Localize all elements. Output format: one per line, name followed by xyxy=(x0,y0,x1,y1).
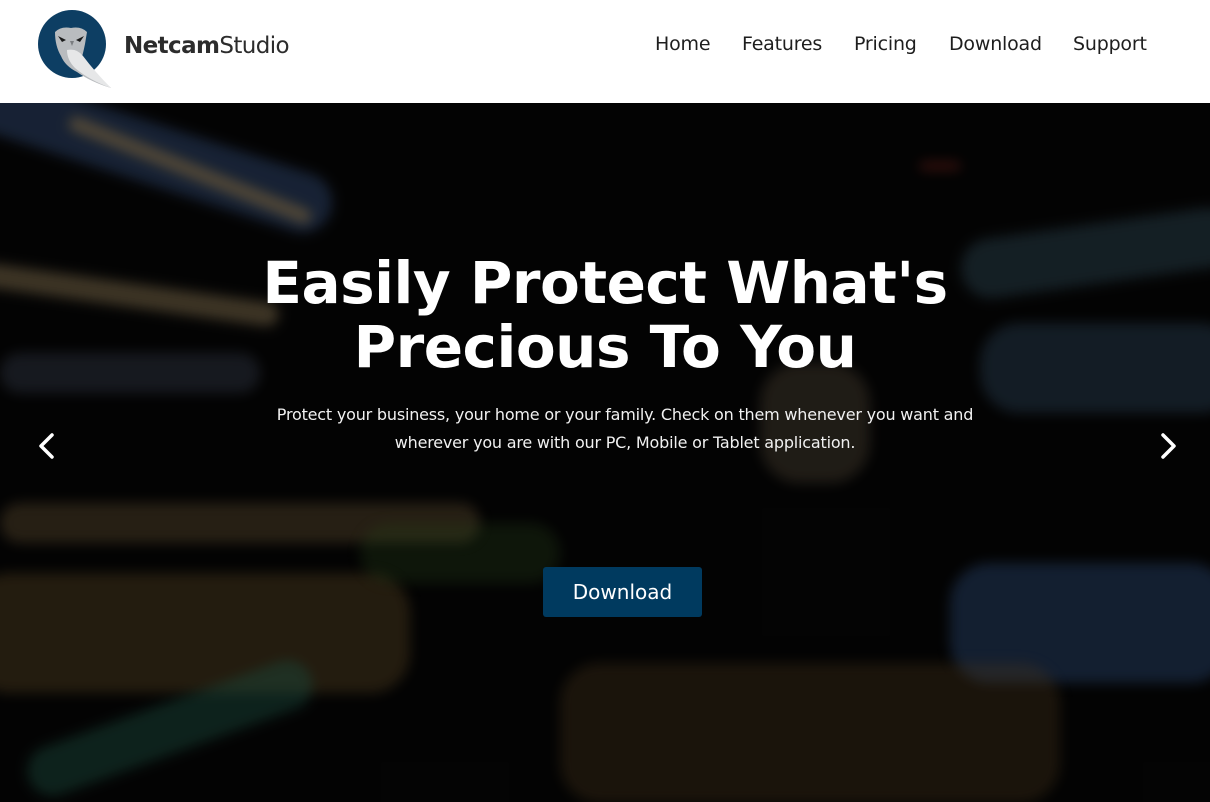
nav-home[interactable]: Home xyxy=(655,33,711,55)
download-button[interactable]: Download xyxy=(543,567,702,617)
nav-features[interactable]: Features xyxy=(742,33,822,55)
hero-subtitle-line1: Protect your business, your home or your… xyxy=(276,405,974,424)
brand-name-bold: Netcam xyxy=(124,33,220,59)
nav-support[interactable]: Support xyxy=(1073,33,1147,55)
chevron-right-icon xyxy=(1161,433,1176,459)
hero-subtitle: Protect your business, your home or your… xyxy=(255,401,995,457)
hero-title-line2: Precious To You xyxy=(353,313,857,381)
nav-pricing[interactable]: Pricing xyxy=(854,33,917,55)
hero-subtitle-line2: wherever you are with our PC, Mobile or … xyxy=(394,433,856,452)
brand-name: NetcamStudio xyxy=(124,33,290,59)
owl-logo-icon xyxy=(38,10,111,88)
carousel-next-button[interactable] xyxy=(1150,428,1186,464)
logo-link[interactable] xyxy=(37,10,115,90)
carousel-prev-button[interactable] xyxy=(29,428,65,464)
brand-name-light: Studio xyxy=(219,33,290,59)
site-header: NetcamStudio Home Features Pricing Downl… xyxy=(0,0,1210,103)
hero-title-line1: Easily Protect What's xyxy=(262,249,948,317)
chevron-left-icon xyxy=(39,433,54,459)
hero-carousel: Easily Protect What's Precious To You Pr… xyxy=(0,103,1210,802)
nav-download[interactable]: Download xyxy=(949,33,1042,55)
hero-title: Easily Protect What's Precious To You xyxy=(0,251,1210,379)
